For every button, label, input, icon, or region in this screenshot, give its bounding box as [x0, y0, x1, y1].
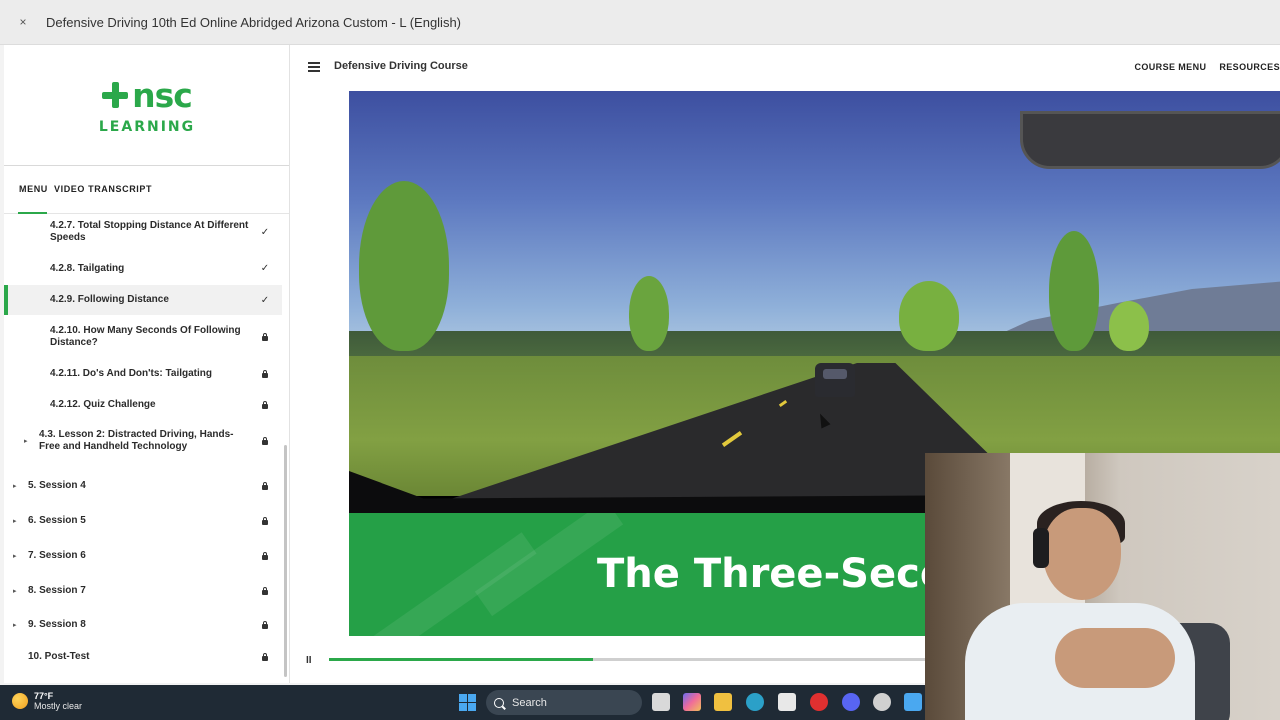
chevron-right-icon[interactable]: ▸: [24, 437, 28, 445]
chevron-right-icon[interactable]: ▸: [13, 621, 17, 629]
lock-icon: [259, 620, 271, 631]
nsc-logo: nsc LEARNING: [59, 45, 235, 165]
list-item[interactable]: 4.2.12. Quiz Challenge: [4, 390, 282, 420]
lock-icon: [259, 332, 271, 343]
window-title: Defensive Driving 10th Ed Online Abridge…: [46, 14, 462, 30]
lock-icon: [259, 652, 271, 663]
logo-brand-text: nsc: [132, 75, 193, 115]
list-item-label: 4.2.11. Do's And Don'ts: Tailgating: [50, 368, 212, 379]
search-icon: [494, 697, 504, 708]
lock-icon: [259, 369, 271, 380]
edge-browser-icon[interactable]: [746, 693, 764, 711]
file-explorer-icon[interactable]: [714, 693, 732, 711]
chevron-right-icon[interactable]: ▸: [13, 517, 17, 525]
check-icon: ✓: [260, 226, 270, 238]
list-item-lesson[interactable]: ▸ 4.3. Lesson 2: Distracted Driving, Han…: [4, 423, 282, 459]
sidebar-tabs: MENU VIDEO TRANSCRIPT: [4, 166, 289, 214]
list-item[interactable]: 4.2.10. How Many Seconds Of Following Di…: [4, 319, 282, 355]
list-item-label: 10. Post-Test: [28, 651, 90, 662]
video-car-ahead: [815, 363, 855, 397]
logo-sub-text: LEARNING: [98, 118, 196, 135]
webcam-overlay: [925, 453, 1280, 720]
list-item-label: 6. Session 5: [28, 515, 86, 526]
list-item-label: 9. Session 8: [28, 619, 86, 630]
course-title: Defensive Driving Course: [334, 60, 468, 72]
list-item-label: 8. Session 7: [28, 585, 86, 596]
list-item-label: 5. Session 4: [28, 480, 86, 491]
tab-video-transcript[interactable]: VIDEO TRANSCRIPT: [54, 184, 152, 194]
list-item-session[interactable]: ▸ 7. Session 6: [4, 541, 282, 571]
store-icon[interactable]: [778, 693, 796, 711]
close-icon[interactable]: ×: [0, 15, 46, 29]
app-icon[interactable]: [873, 693, 891, 711]
list-item-session[interactable]: ▸ 8. Session 7: [4, 576, 282, 606]
copilot-icon[interactable]: [683, 693, 701, 711]
sidebar-scrollbar[interactable]: [284, 445, 287, 677]
check-icon: ✓: [260, 263, 270, 274]
list-item-label: 4.2.7. Total Stopping Distance At Differ…: [50, 220, 249, 243]
discord-icon[interactable]: [842, 693, 860, 711]
list-item[interactable]: 4.2.7. Total Stopping Distance At Differ…: [4, 215, 282, 249]
list-item-label: 4.2.9. Following Distance: [50, 294, 169, 305]
lock-icon: [259, 436, 271, 447]
pause-icon[interactable]: II: [306, 655, 312, 666]
windows-taskbar: 77°F Mostly clear Search: [0, 685, 925, 720]
windows-start-icon[interactable]: [459, 694, 476, 711]
list-item-label: 4.3. Lesson 2: Distracted Driving, Hands…: [39, 429, 234, 452]
weather-moon-icon: [12, 693, 28, 709]
check-icon: ✓: [260, 294, 270, 306]
weather-condition: Mostly clear: [34, 701, 83, 711]
hamburger-menu-icon[interactable]: [308, 62, 320, 72]
course-menu-link[interactable]: COURSE MENU: [1134, 62, 1206, 72]
headset-icon: [1033, 528, 1049, 568]
task-view-icon[interactable]: [652, 693, 670, 711]
top-nav: COURSE MENU RESOURCES: [1134, 62, 1280, 72]
notepad-icon[interactable]: [904, 693, 922, 711]
list-item[interactable]: 4.2.11. Do's And Don'ts: Tailgating: [4, 359, 282, 389]
list-item-session[interactable]: ▸ 6. Session 5: [4, 506, 282, 536]
video-tree: [1049, 231, 1099, 351]
video-rearview-mirror: [1020, 111, 1280, 169]
video-tree: [359, 181, 449, 351]
progress-track[interactable]: [329, 658, 929, 661]
list-item-session[interactable]: ▸ 5. Session 4: [4, 471, 282, 501]
list-item-session[interactable]: 10. Post-Test: [4, 642, 282, 672]
list-item-session[interactable]: ▸ 9. Session 8: [4, 610, 282, 640]
video-tree: [629, 276, 669, 351]
nsc-plus-icon: [102, 82, 129, 108]
list-item-label: 4.2.8. Tailgating: [50, 262, 125, 274]
resources-link[interactable]: RESOURCES: [1219, 62, 1280, 72]
active-tab-indicator: [18, 212, 47, 214]
window-title-bar: × Defensive Driving 10th Ed Online Abrid…: [0, 0, 1280, 45]
progress-fill: [329, 658, 593, 661]
list-item[interactable]: 4.2.8. Tailgating ✓: [4, 253, 282, 284]
course-sidebar: nsc LEARNING MENU VIDEO TRANSCRIPT 4.2.7…: [4, 45, 290, 683]
lock-icon: [259, 481, 271, 492]
lock-icon: [259, 586, 271, 597]
video-tree: [899, 281, 959, 351]
search-label: Search: [512, 696, 547, 709]
chevron-right-icon[interactable]: ▸: [13, 587, 17, 595]
video-tree: [1109, 301, 1149, 351]
taskbar-search[interactable]: Search: [486, 690, 642, 715]
weather-widget[interactable]: 77°F Mostly clear: [12, 691, 82, 711]
lock-icon: [259, 551, 271, 562]
screen: × Defensive Driving 10th Ed Online Abrid…: [0, 0, 1280, 720]
weather-temperature: 77°F: [34, 691, 54, 701]
chevron-right-icon[interactable]: ▸: [13, 552, 17, 560]
banner-title: The Three-Secon: [597, 551, 976, 597]
list-item-label: 7. Session 6: [28, 550, 86, 561]
list-item-label: 4.2.10. How Many Seconds Of Following Di…: [50, 325, 241, 348]
lock-icon: [259, 516, 271, 527]
list-item-label: 4.2.12. Quiz Challenge: [50, 399, 156, 410]
chevron-right-icon[interactable]: ▸: [13, 482, 17, 490]
list-item-active[interactable]: 4.2.9. Following Distance ✓: [4, 285, 282, 315]
opera-browser-icon[interactable]: [810, 693, 828, 711]
tab-menu[interactable]: MENU: [19, 184, 48, 194]
lock-icon: [259, 400, 271, 411]
